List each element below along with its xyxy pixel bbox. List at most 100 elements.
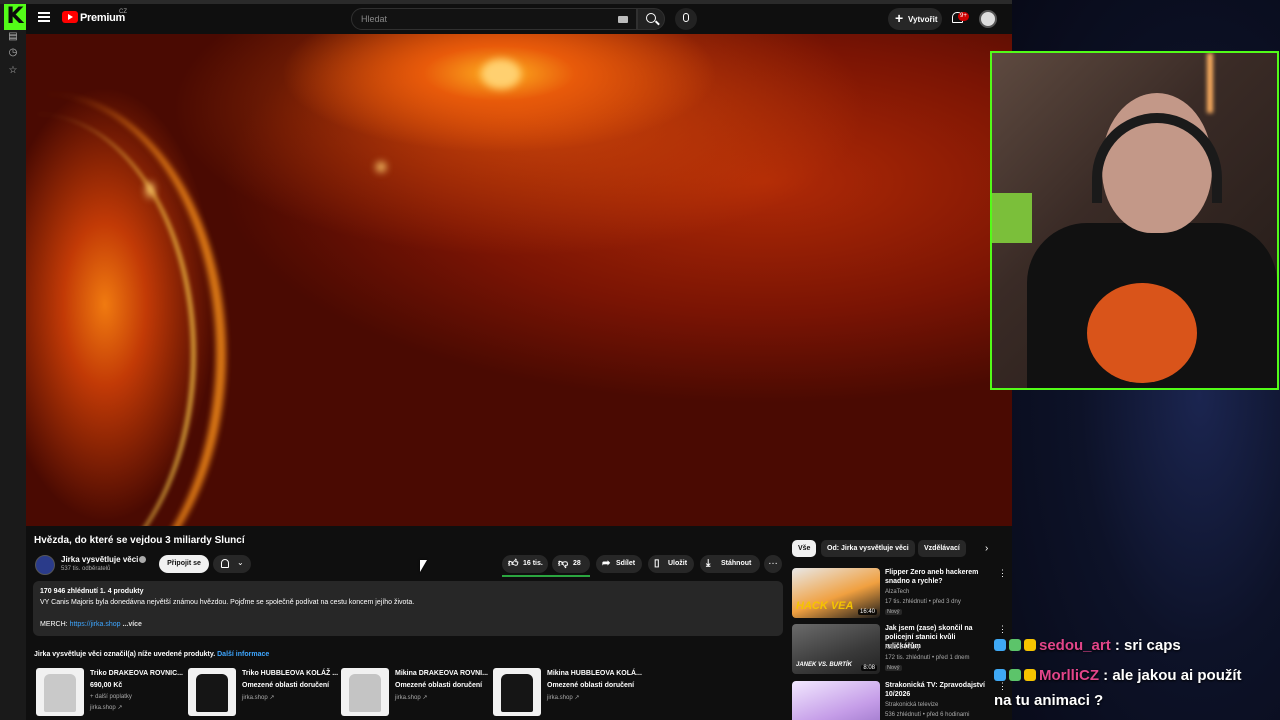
- show-more-link[interactable]: ...více: [122, 621, 141, 628]
- video-channel[interactable]: AlzaTech: [885, 589, 909, 595]
- region-label: CZ: [119, 9, 127, 15]
- product-card[interactable]: Mikina HUBBLEOVA KOLÁ... Omezené oblasti …: [493, 668, 643, 718]
- video-player[interactable]: [26, 34, 1012, 526]
- save-button[interactable]: ▯ Uložit: [648, 555, 694, 573]
- description-box[interactable]: 170 946 zhlédnutí 1. 4 produkty VY Canis…: [33, 581, 783, 636]
- download-button[interactable]: ⤓ Stáhnout: [700, 555, 760, 573]
- product-price: Omezené oblasti doručení: [395, 682, 483, 689]
- star-icon[interactable]: ☆: [6, 64, 20, 78]
- dislike-button[interactable]: 👎︎ 28: [552, 555, 590, 573]
- chat-text: : ale jakou ai použít: [1099, 667, 1242, 684]
- product-card[interactable]: Triko DRAKEOVA ROVNIC... 690,00 Kč + další…: [36, 668, 186, 718]
- glow-spot: [481, 59, 521, 89]
- share-button[interactable]: ➦ Sdílet: [596, 555, 642, 573]
- download-label: Stáhnout: [721, 560, 752, 567]
- recommended-video[interactable]: JANEK VS. BURTÍK 8:08 Jak jsem (zase) skon…: [792, 624, 1007, 679]
- chevron-down-icon: ⌄: [237, 558, 244, 567]
- video-duration: 16:40: [857, 609, 877, 615]
- video-thumbnail[interactable]: [792, 681, 880, 720]
- lamp: [1207, 53, 1213, 113]
- chat-badge-icon: [994, 669, 1006, 681]
- product-price: Omezené oblasti doručení: [242, 682, 330, 689]
- glow-spot: [376, 162, 386, 172]
- avatar[interactable]: [979, 10, 997, 28]
- subscription-bell-button[interactable]: ⌄: [213, 555, 251, 573]
- recommended-video[interactable]: HACK VEA 16:40 Flipper Zero aneb hackerem …: [792, 568, 1007, 623]
- video-channel[interactable]: Strakonická televize: [885, 702, 938, 708]
- chat-message: sedou_art : sri caps: [994, 637, 1181, 654]
- plus-icon: +: [895, 10, 904, 26]
- chat-username[interactable]: sedou_art: [1039, 637, 1111, 654]
- chevron-right-icon[interactable]: ›: [985, 543, 988, 554]
- thumbnail-text: HACK VEA: [796, 600, 854, 612]
- chat-badge-icon: [1009, 669, 1021, 681]
- chat-username[interactable]: MorlliCZ: [1039, 667, 1099, 684]
- chat-message-continued: na tu animaci ?: [994, 692, 1104, 709]
- product-image[interactable]: [341, 668, 389, 716]
- video-thumbnail[interactable]: JANEK VS. BURTÍK 8:08: [792, 624, 880, 674]
- products-info-link[interactable]: Další informace: [217, 651, 269, 658]
- document-icon[interactable]: ▤: [6, 30, 20, 44]
- video-meta: 17 tis. zhlédnutí • před 3 dny: [885, 599, 961, 605]
- keyboard-icon[interactable]: [618, 16, 628, 23]
- recommended-video[interactable]: Strakonická TV: Zpravodajství 10/2026 Str…: [792, 681, 1007, 720]
- product-shop[interactable]: jirka.shop ↗: [547, 694, 579, 701]
- like-button[interactable]: 👍︎ 16 tis.: [502, 555, 548, 573]
- channel-name[interactable]: Jirka vysvětluje věci: [61, 555, 138, 564]
- product-shop[interactable]: jirka.shop ↗: [90, 704, 122, 711]
- video-meta: 536 zhlédnutí • před 6 hodinami: [885, 712, 970, 718]
- more-options-icon[interactable]: ⋮: [998, 568, 1007, 579]
- save-label: Uložit: [668, 560, 688, 567]
- video-thumbnail[interactable]: HACK VEA 16:40: [792, 568, 880, 618]
- product-name: Mikina HUBBLEOVA KOLÁ...: [547, 670, 642, 677]
- merch-label: MERCH:: [40, 621, 70, 628]
- merch-line: MERCH: https://jirka.shop ...více: [40, 621, 142, 628]
- shirt-logo: [1087, 283, 1197, 383]
- more-actions-button[interactable]: …: [764, 555, 782, 573]
- product-image[interactable]: [36, 668, 84, 716]
- merch-link[interactable]: https://jirka.shop: [70, 621, 121, 628]
- chat-badge-icon: [994, 639, 1006, 651]
- menu-icon[interactable]: [38, 12, 50, 22]
- create-button[interactable]: + Vytvořit: [888, 8, 942, 30]
- product-image[interactable]: [188, 668, 236, 716]
- product-image[interactable]: [493, 668, 541, 716]
- voice-search-button[interactable]: [675, 8, 697, 30]
- chat-text: : sri caps: [1110, 637, 1181, 654]
- products-heading: Jirka vysvětluje věci označil(a) níže uv…: [34, 651, 269, 658]
- search-placeholder: Hledat: [361, 14, 388, 24]
- search-button[interactable]: [637, 8, 665, 30]
- products-heading-text: Jirka vysvětluje věci označil(a) níže uv…: [34, 651, 216, 658]
- youtube-logo-icon[interactable]: [62, 11, 78, 23]
- thumb-up-icon: 👍︎: [508, 558, 519, 569]
- product-shirt: [349, 674, 381, 712]
- more-options-icon[interactable]: ⋮: [998, 624, 1007, 635]
- mouse-cursor: [420, 560, 427, 572]
- product-shop[interactable]: jirka.shop ↗: [395, 694, 427, 701]
- background-object: [992, 193, 1032, 243]
- product-card[interactable]: Triko HUBBLEOVA KOLÁŽ ... Omezené oblasti…: [188, 668, 338, 718]
- filter-chip[interactable]: Vzdělávací: [918, 540, 966, 557]
- product-card[interactable]: Mikina DRAKEOVA ROVNI... Omezené oblasti …: [341, 668, 491, 718]
- filter-chip[interactable]: Vše: [792, 540, 817, 557]
- filter-chip[interactable]: Od: Jirka vysvětluje věci: [821, 540, 915, 557]
- bookmark-icon: ▯: [654, 558, 660, 569]
- product-shop[interactable]: jirka.shop ↗: [242, 694, 274, 701]
- chat-badge-icon: [1024, 639, 1036, 651]
- channel-avatar[interactable]: [35, 555, 55, 575]
- product-extra: + další poplatky: [90, 694, 132, 700]
- verified-icon: [139, 556, 146, 563]
- dislike-count: 28: [573, 560, 581, 567]
- kick-logo[interactable]: K: [4, 4, 26, 30]
- product-name: Triko DRAKEOVA ROVNIC...: [90, 670, 183, 677]
- product-price: Omezené oblasti doručení: [547, 682, 635, 689]
- chat-message: MorlliCZ : ale jakou ai použít: [994, 667, 1242, 684]
- history-icon[interactable]: ◷: [6, 46, 20, 60]
- video-title: Flipper Zero aneb hackerem snadno a rych…: [885, 569, 979, 585]
- video-channel[interactable]: Kluci z Prahy: [885, 645, 920, 651]
- new-badge: Nový: [885, 665, 902, 671]
- product-shirt: [44, 674, 76, 712]
- video-meta: 172 tis. zhlédnutí • před 1 dnem: [885, 655, 970, 661]
- join-button[interactable]: Připojit se: [159, 555, 209, 573]
- search-input[interactable]: Hledat: [351, 8, 637, 30]
